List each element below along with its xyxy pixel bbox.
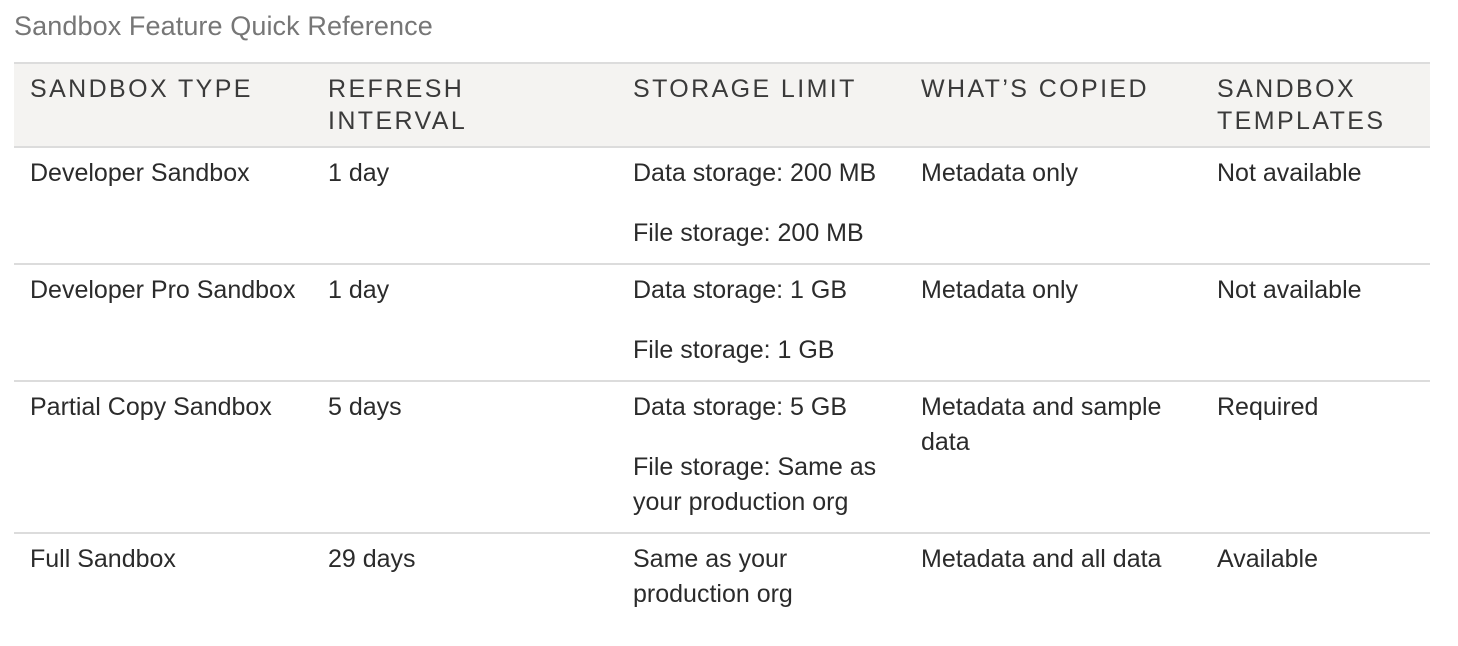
cell-sandbox-templates: Not available <box>1217 159 1362 187</box>
cell-refresh-interval: 1 day <box>328 159 390 187</box>
column-header-whats-copied: WHAT’S COPIED <box>921 75 1149 103</box>
storage-data-line: Data storage: 1 GB <box>633 276 848 304</box>
table-row: Developer Pro Sandbox 1 day Data storage… <box>14 264 1430 381</box>
table-row: Developer Sandbox 1 day Data storage: 20… <box>14 147 1430 264</box>
cell-whats-copied: Metadata only <box>921 159 1079 187</box>
header-row: SANDBOX TYPE REFRESH INTERVAL STORAGE LI… <box>14 63 1430 147</box>
table-header: SANDBOX TYPE REFRESH INTERVAL STORAGE LI… <box>14 63 1430 147</box>
storage-data-line: Data storage: 200 MB <box>633 159 877 187</box>
column-header-sandbox-type: SANDBOX TYPE <box>30 75 253 103</box>
cell-sandbox-templates: Required <box>1217 393 1319 421</box>
cell-whats-copied: Metadata and all data <box>921 545 1162 573</box>
cell-sandbox-type: Developer Pro Sandbox <box>30 276 296 304</box>
cell-storage-limit: Data storage: 5 GB File storage: Same as… <box>617 381 905 533</box>
storage-data-line: Data storage: 5 GB <box>633 393 848 421</box>
table-row: Partial Copy Sandbox 5 days Data storage… <box>14 381 1430 533</box>
column-header-storage-limit: STORAGE LIMIT <box>633 75 857 103</box>
cell-refresh-interval: 29 days <box>328 545 416 573</box>
storage-file-line: File storage: Same as your production or… <box>633 453 877 516</box>
cell-sandbox-templates: Available <box>1217 545 1319 573</box>
cell-sandbox-templates: Not available <box>1217 276 1362 304</box>
sandbox-reference-table: SANDBOX TYPE REFRESH INTERVAL STORAGE LI… <box>14 62 1430 624</box>
cell-refresh-interval: 5 days <box>328 393 402 421</box>
storage-file-line: File storage: 200 MB <box>633 219 864 247</box>
table-caption: Sandbox Feature Quick Reference <box>14 11 433 41</box>
cell-storage-limit: Same as your production org <box>617 533 905 624</box>
cell-sandbox-type: Full Sandbox <box>30 545 176 573</box>
column-header-sandbox-templates: SANDBOX TEMPLATES <box>1217 75 1386 135</box>
table-row: Full Sandbox 29 days Same as your produc… <box>14 533 1430 624</box>
cell-whats-copied: Metadata and sample data <box>921 393 1162 456</box>
column-header-refresh-interval: REFRESH INTERVAL <box>328 75 468 135</box>
cell-storage-limit: Data storage: 1 GB File storage: 1 GB <box>617 264 905 381</box>
cell-sandbox-type: Developer Sandbox <box>30 159 250 187</box>
cell-sandbox-type: Partial Copy Sandbox <box>30 393 272 421</box>
cell-refresh-interval: 1 day <box>328 276 390 304</box>
cell-storage-limit: Data storage: 200 MB File storage: 200 M… <box>617 147 905 264</box>
storage-line: Same as your production org <box>633 545 793 608</box>
cell-whats-copied: Metadata only <box>921 276 1079 304</box>
table-body: Developer Sandbox 1 day Data storage: 20… <box>14 147 1430 624</box>
storage-file-line: File storage: 1 GB <box>633 336 835 364</box>
